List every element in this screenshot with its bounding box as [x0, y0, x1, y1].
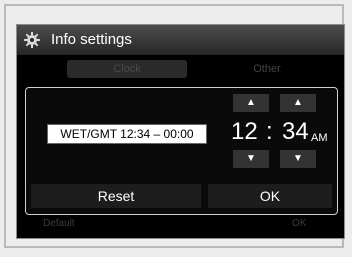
ampm-indicator: AM [311, 132, 328, 144]
hour-down-button[interactable]: ▼ [233, 150, 269, 168]
timezone-field[interactable]: WET/GMT 12:34 – 00:00 [47, 124, 207, 144]
hour-up-button[interactable]: ▲ [233, 94, 269, 112]
minute-down-button[interactable]: ▼ [280, 150, 316, 168]
ok-button-background: OK [292, 218, 307, 229]
triangle-down-icon: ▼ [293, 153, 303, 164]
tab-clock[interactable]: Clock [67, 60, 187, 78]
triangle-up-icon: ▲ [246, 97, 256, 108]
screenshot-frame: Info settings Clock Other WET/GMT 12:34 … [4, 4, 345, 248]
gear-icon [24, 32, 40, 48]
tab-other[interactable]: Other [207, 60, 327, 78]
minute-value: 34 [282, 118, 309, 145]
display-screen: Info settings Clock Other WET/GMT 12:34 … [16, 24, 345, 239]
ok-button[interactable]: OK [208, 184, 332, 208]
triangle-down-icon: ▼ [246, 153, 256, 164]
default-button-background: Default [43, 218, 75, 229]
page-title: Info settings [51, 31, 132, 48]
minute-up-button[interactable]: ▲ [280, 94, 316, 112]
hour-value: 12 [231, 118, 258, 145]
triangle-up-icon: ▲ [293, 97, 303, 108]
title-bar: Info settings [17, 25, 344, 55]
reset-button[interactable]: Reset [31, 184, 201, 208]
time-separator: : [266, 118, 273, 145]
time-settings-dialog: WET/GMT 12:34 – 00:00 ▲ ▲ 12 : 34 AM ▼ ▼… [25, 87, 338, 215]
